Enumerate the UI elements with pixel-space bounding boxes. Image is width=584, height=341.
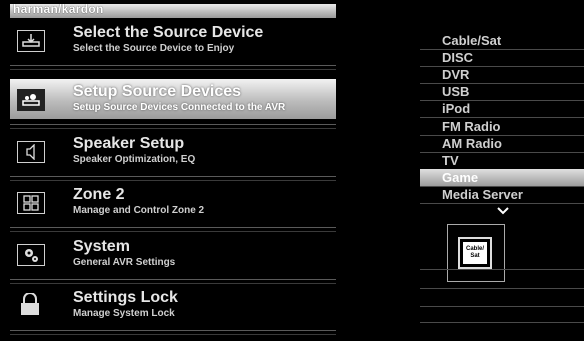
source-item[interactable]: DVR [420, 66, 584, 84]
source-preview: Cable/ Sat [447, 224, 505, 282]
lock-icon [17, 293, 45, 317]
menu-item-speaker-setup[interactable]: Speaker Setup Speaker Optimization, EQ [10, 131, 336, 181]
menu-subtitle: Select the Source Device to Enjoy [73, 43, 235, 54]
cable-sat-icon: Cable/ Sat [458, 237, 492, 269]
menu-title: Settings Lock [73, 289, 178, 306]
menu-subtitle: Setup Source Devices Connected to the AV… [73, 102, 286, 113]
brand-logo: harman/kardon [13, 2, 104, 16]
source-item[interactable]: USB [420, 83, 584, 101]
brand-bar: harman/kardon [10, 2, 336, 18]
gears-icon [17, 244, 45, 266]
menu-item-settings-lock[interactable]: Settings Lock Manage System Lock [10, 285, 336, 335]
source-item-selected[interactable]: Game [420, 169, 584, 187]
menu-title: Zone 2 [73, 186, 125, 203]
preview-label-1: Cable/ [465, 246, 484, 252]
chevron-down-icon[interactable] [496, 206, 510, 216]
source-item[interactable]: FM Radio [420, 118, 584, 136]
menu-subtitle: Speaker Optimization, EQ [73, 154, 196, 165]
menu-title: Setup Source Devices [73, 83, 242, 100]
preview-label-2: Sat [470, 253, 480, 259]
source-item[interactable]: Media Server [420, 186, 584, 204]
menu-item-setup-source[interactable]: Setup Source Devices Setup Source Device… [10, 79, 336, 129]
zone-grid-icon [17, 192, 45, 214]
source-item[interactable]: DISC [420, 49, 584, 67]
menu-item-zone-2[interactable]: Zone 2 Manage and Control Zone 2 [10, 182, 336, 232]
setup-devices-icon [17, 89, 45, 111]
source-device-icon [17, 30, 45, 52]
menu-subtitle: Manage and Control Zone 2 [73, 205, 205, 216]
menu-title: System [73, 238, 130, 255]
source-item[interactable]: iPod [420, 100, 584, 118]
menu-item-select-source[interactable]: Select the Source Device Select the Sour… [10, 20, 336, 70]
source-item[interactable]: TV [420, 152, 584, 170]
speaker-icon [17, 141, 45, 163]
menu-subtitle: General AVR Settings [73, 257, 176, 268]
menu-title: Select the Source Device [73, 24, 264, 41]
menu-item-system[interactable]: System General AVR Settings [10, 234, 336, 284]
menu-subtitle: Manage System Lock [73, 308, 175, 319]
menu-title: Speaker Setup [73, 135, 185, 152]
source-item[interactable]: AM Radio [420, 135, 584, 153]
source-item[interactable]: Cable/Sat [420, 32, 584, 50]
